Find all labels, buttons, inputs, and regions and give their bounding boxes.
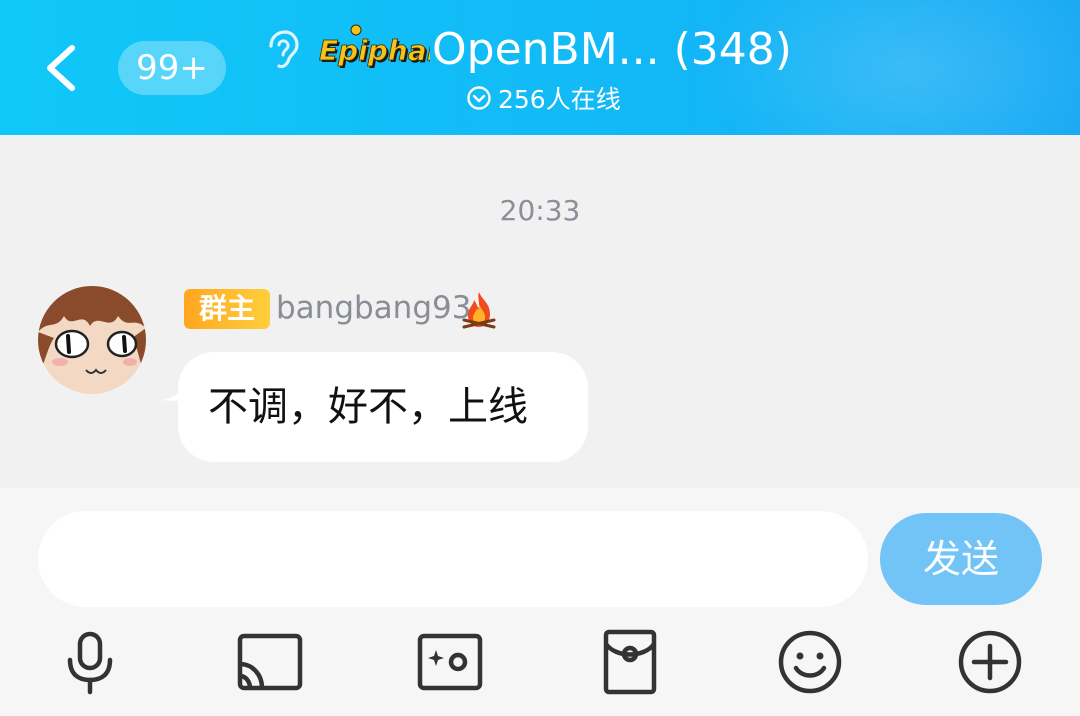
- message-bubble[interactable]: 不调，好不，上线: [178, 352, 588, 462]
- group-logo: Epiphany Epiphany: [318, 22, 469, 74]
- unread-count-badge[interactable]: 99+: [118, 41, 226, 95]
- group-owner-badge: 群主: [184, 289, 270, 329]
- avatar[interactable]: [38, 286, 146, 394]
- svg-text:Epiphany: Epiphany: [319, 34, 430, 67]
- microphone-icon[interactable]: [56, 628, 124, 696]
- group-title[interactable]: OpenBM... (348): [432, 22, 792, 78]
- fire-icon: [460, 290, 498, 330]
- ear-icon[interactable]: [263, 28, 299, 74]
- red-envelope-icon[interactable]: [596, 628, 664, 696]
- online-count: 256人在线: [498, 85, 621, 114]
- sender-name[interactable]: bangbang93: [276, 287, 471, 329]
- message-timestamp: 20:33: [499, 194, 581, 227]
- send-button[interactable]: 发送: [880, 513, 1042, 605]
- back-button[interactable]: [40, 42, 84, 94]
- chevron-down-circle-icon: [467, 86, 491, 110]
- emoji-icon[interactable]: [776, 628, 844, 696]
- message-input[interactable]: [38, 511, 868, 607]
- chat-header: 99+ Epiphany Epiphany OpenBM... (348) 25…: [0, 0, 1080, 135]
- screen-share-icon[interactable]: [236, 628, 304, 696]
- photo-icon[interactable]: [416, 628, 484, 696]
- online-members[interactable]: 256人在线: [466, 82, 621, 114]
- chevron-left-icon: [47, 45, 75, 91]
- plus-icon[interactable]: [956, 628, 1024, 696]
